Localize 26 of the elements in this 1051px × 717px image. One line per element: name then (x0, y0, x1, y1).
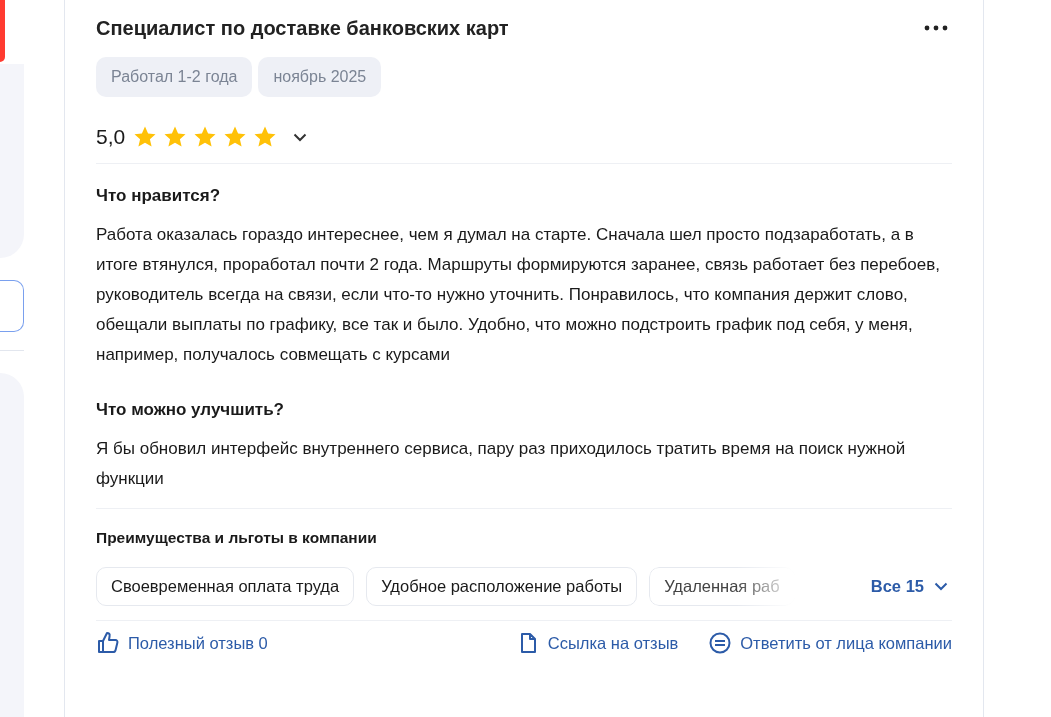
sidebar-banner (0, 0, 5, 62)
benefits-heading: Преимущества и льготы в компании (96, 529, 378, 547)
section-heading: Что нравится? (96, 186, 222, 206)
star-icon (193, 125, 218, 149)
sidebar-field[interactable] (0, 280, 24, 332)
tag: Работал 1-2 года (96, 57, 253, 97)
rating-value: 5,0 (96, 125, 126, 149)
reply-link[interactable]: Ответить от лица компании (708, 631, 952, 655)
tag: ноябрь 2025 (258, 57, 382, 97)
review-text: Работа оказалась гораздо интереснее, чем я думал на старте. Сначала шел просто подзаработать, а в итоге втянулся, проработал почти 2 года. Маршруты формируются заранее, связь работает без перебоев, руководитель всегда на связи, если что-то нужно уточнить. Понравилось, что компания держит слово, обещали выплаты по графику, все так и было. Удобно, что можно подстроить график под себя, у меня, например, получалось совмещать с курсами (96, 224, 941, 366)
link-link[interactable]: Ссылка на отзыв (515, 631, 679, 655)
section-heading: Что можно улучшить? (96, 400, 285, 420)
review-text: Я бы обновил интерфейс внутреннего сервиса, пару раз приходилось тратить время на поиск нужной функции (96, 438, 907, 490)
chevron-down-icon[interactable] (293, 132, 308, 142)
more-icon[interactable] (924, 25, 948, 31)
star-icon (253, 125, 278, 149)
star-icon (163, 125, 188, 149)
star-icon (223, 125, 248, 149)
benefit-chip: Своевременная оплата труда (96, 567, 355, 606)
chevron-down-icon (934, 582, 948, 591)
star-icon (133, 125, 158, 149)
thumbs-up-icon (96, 631, 120, 655)
show-all-button[interactable]: Все 15 (870, 577, 952, 596)
benefit-chip: Удобное расположение работы (366, 567, 638, 606)
review-title: Специалист по доставке банковских карт (96, 16, 509, 40)
like-link[interactable]: Полезный отзыв 0 (96, 631, 268, 655)
